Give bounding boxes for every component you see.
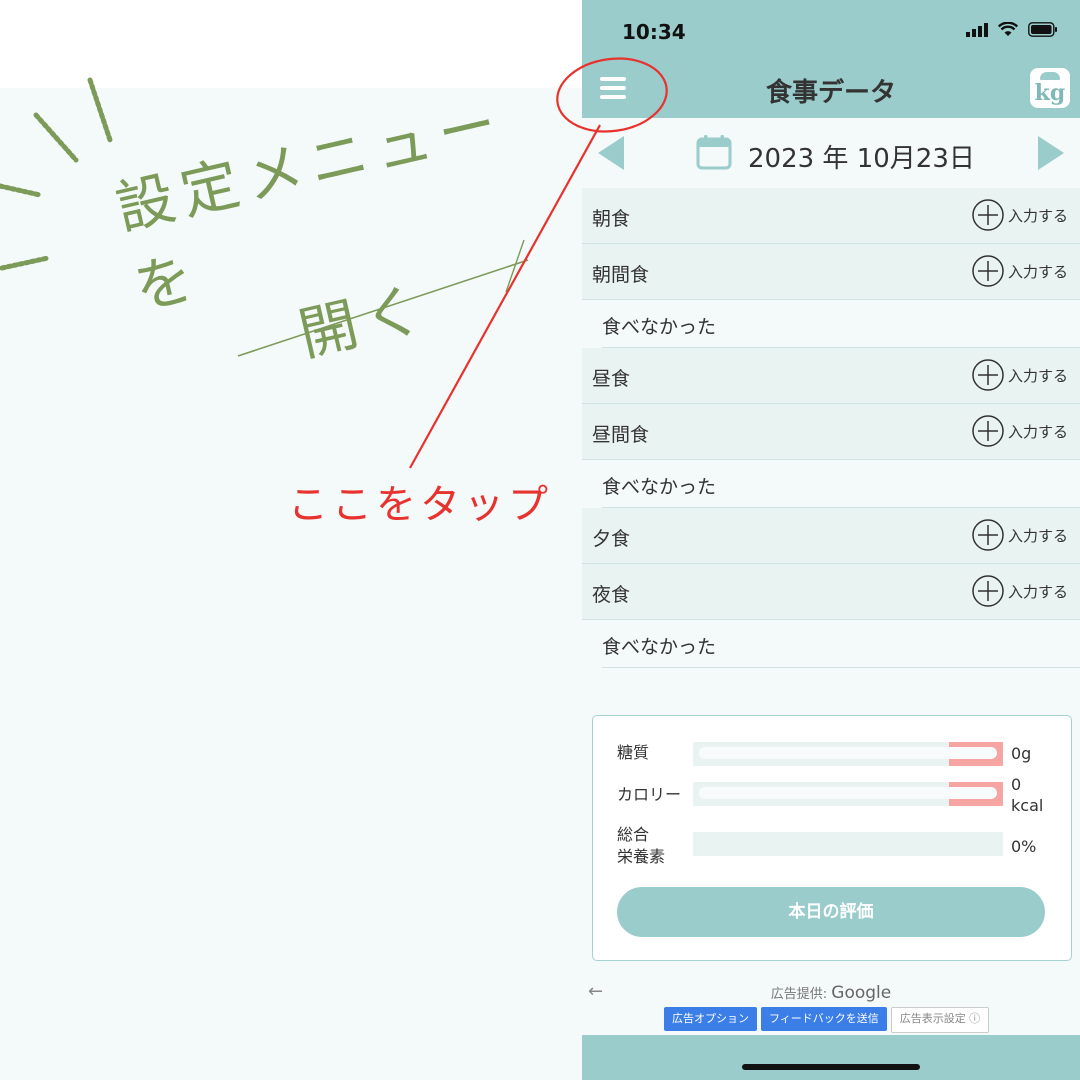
add-meal-button[interactable]: 入力する [972, 575, 1068, 607]
status-bar: 10:34 [582, 0, 1080, 60]
add-meal-button[interactable]: 入力する [972, 199, 1068, 231]
meal-note-text: 食べなかった [602, 476, 717, 498]
add-label: 入力する [1007, 366, 1068, 385]
plus-circle-icon [972, 359, 1004, 391]
add-meal-button[interactable]: 入力する [972, 359, 1068, 391]
previous-day-button[interactable] [598, 136, 624, 170]
carbs-value: 0g [1011, 744, 1032, 763]
meal-row-breakfast[interactable]: 朝食 入力する [582, 188, 1080, 244]
meal-label: 夜食 [592, 584, 631, 606]
meal-note: 食べなかった [602, 300, 1080, 348]
meal-note-text: 食べなかった [602, 636, 717, 658]
meal-label: 朝食 [592, 208, 631, 230]
date-selector: 2023 年 10月23日 [582, 118, 1080, 188]
meal-label: 昼間食 [592, 424, 650, 446]
signal-icon [966, 22, 988, 37]
daily-summary-card: 糖質 0g カロリー 0 kcal 総合 栄養素 0% 本日の評価 [592, 715, 1072, 961]
nutrition-bar [693, 832, 1003, 856]
meal-row-morning-snack[interactable]: 朝間食 入力する [582, 244, 1080, 300]
wifi-icon [998, 22, 1018, 36]
ad-feedback-button[interactable]: フィードバックを送信 [761, 1007, 887, 1031]
plus-circle-icon [972, 255, 1004, 287]
add-label: 入力する [1007, 206, 1068, 225]
add-label: 入力する [1007, 262, 1068, 281]
add-label: 入力する [1007, 422, 1068, 441]
carbs-bar-limit [949, 742, 1003, 766]
ad-settings-button[interactable]: 広告表示設定 ⓘ [890, 1007, 990, 1033]
add-meal-button[interactable]: 入力する [972, 415, 1068, 447]
scale-icon [1040, 72, 1060, 80]
phone-screen: 10:34 食事データ kg 2023 年 10月23日 朝食 入力する 朝間食… [582, 0, 1080, 1080]
page-title: 食事データ [765, 78, 896, 108]
current-date[interactable]: 2023 年 10月23日 [748, 138, 975, 175]
add-label: 入力する [1007, 582, 1068, 601]
plus-circle-icon [972, 415, 1004, 447]
meal-label: 昼食 [592, 368, 631, 390]
status-icons [966, 22, 1058, 37]
plus-circle-icon [972, 199, 1004, 231]
meal-label: 朝間食 [592, 264, 650, 286]
carbs-label: 糖質 [617, 743, 650, 762]
add-meal-button[interactable]: 入力する [972, 255, 1068, 287]
meal-row-late-snack[interactable]: 夜食 入力する [582, 564, 1080, 620]
meal-list: 朝食 入力する 朝間食 入力する 食べなかった 昼食 入力する 昼間食 入力する… [582, 188, 1080, 668]
calories-bar-limit [949, 782, 1003, 806]
battery-icon [1028, 22, 1057, 37]
ad-buttons: 広告オプション フィードバックを送信 広告表示設定 ⓘ [664, 1007, 990, 1033]
add-meal-button[interactable]: 入力する [972, 519, 1068, 551]
meal-row-lunch[interactable]: 昼食 入力する [582, 348, 1080, 404]
weight-button-label: kg [1034, 80, 1066, 106]
status-time: 10:34 [622, 20, 686, 44]
weight-button[interactable]: kg [1030, 68, 1070, 108]
plus-circle-icon [972, 575, 1004, 607]
ad-banner: ← 広告提供: Google 広告オプション フィードバックを送信 広告表示設定… [582, 975, 1080, 1035]
ad-provider: 広告提供: Google [770, 983, 892, 1003]
bottom-bar [582, 1035, 1080, 1080]
calories-value: 0 kcal [1011, 775, 1044, 815]
nutrition-value: 0% [1011, 837, 1037, 856]
nav-bar: 食事データ kg [582, 60, 1080, 118]
calories-bar [693, 782, 1003, 806]
meal-note: 食べなかった [602, 620, 1080, 668]
calendar-icon[interactable] [696, 134, 732, 170]
ad-options-button[interactable]: 広告オプション [664, 1007, 757, 1031]
meal-note: 食べなかった [602, 460, 1080, 508]
home-indicator[interactable] [742, 1064, 920, 1070]
left-white-band [0, 0, 582, 88]
meal-label: 夕食 [592, 528, 631, 550]
add-label: 入力する [1007, 526, 1068, 545]
meal-note-text: 食べなかった [602, 316, 717, 338]
meal-row-afternoon-snack[interactable]: 昼間食 入力する [582, 404, 1080, 460]
carbs-bar [693, 742, 1003, 766]
next-day-button[interactable] [1038, 136, 1064, 170]
meal-row-dinner[interactable]: 夕食 入力する [582, 508, 1080, 564]
daily-evaluation-button[interactable]: 本日の評価 [617, 887, 1045, 937]
calories-label: カロリー [617, 785, 682, 804]
nutrition-label: 総合 栄養素 [617, 825, 666, 866]
tap-hint-text: ここをタップ [288, 482, 552, 528]
plus-circle-icon [972, 519, 1004, 551]
